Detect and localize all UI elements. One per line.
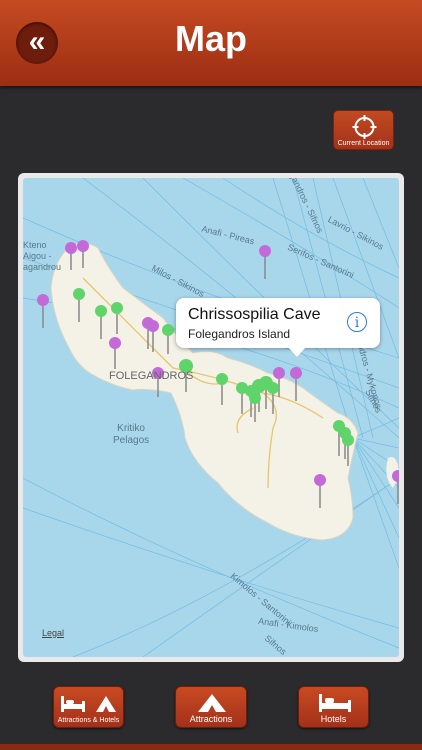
info-icon[interactable]: i bbox=[347, 312, 367, 332]
callout-subtitle: Folegandros Island bbox=[188, 327, 291, 341]
pin-callout[interactable]: Chrissospilia Cave Folegandros Island i bbox=[176, 298, 380, 357]
tent-icon bbox=[198, 694, 226, 712]
map-frame: Kteno Aigou - agandrou FOLEGANDROS Kriti… bbox=[18, 173, 404, 662]
town-label: FOLEGANDROS bbox=[109, 370, 194, 382]
bottom-strip bbox=[0, 744, 422, 750]
tab-hotels[interactable]: Hotels bbox=[298, 686, 369, 728]
tab-label: Attractions bbox=[189, 714, 233, 724]
legal-link[interactable]: Legal bbox=[42, 628, 64, 638]
crosshair-icon bbox=[352, 115, 377, 139]
sea-label: Kritiko Pelagos bbox=[113, 423, 150, 446]
bed-icon bbox=[319, 694, 351, 712]
current-location-button[interactable]: Current Location bbox=[333, 110, 394, 150]
tab-label: Attractions & Hotels bbox=[57, 717, 120, 724]
callout-title: Chrissospilia Cave bbox=[188, 306, 321, 323]
app-header: « Map bbox=[0, 0, 422, 86]
tab-attractions-hotels[interactable]: Attractions & Hotels bbox=[53, 686, 124, 728]
current-location-label: Current Location bbox=[337, 140, 390, 147]
map-view[interactable]: Kteno Aigou - agandrou FOLEGANDROS Kriti… bbox=[23, 178, 399, 657]
map-canvas bbox=[23, 178, 399, 657]
bed-and-tent-icon bbox=[61, 696, 116, 712]
island-landmass bbox=[50, 242, 359, 541]
tab-label: Hotels bbox=[320, 714, 347, 724]
tab-attractions[interactable]: Attractions bbox=[175, 686, 247, 728]
place-label-west: Kteno Aigou - agandrou bbox=[23, 240, 62, 272]
page-title: Map bbox=[175, 18, 247, 59]
